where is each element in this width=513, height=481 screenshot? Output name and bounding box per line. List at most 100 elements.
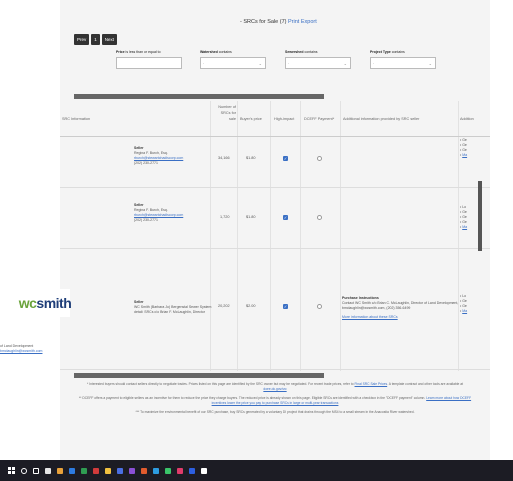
footnote-1: * Interested buyers should contact selle… <box>86 382 464 391</box>
widgets-icon[interactable] <box>45 467 51 474</box>
table-row: Seller Regina F. Burch, Esq. rburch@stew… <box>60 189 490 249</box>
project-type-filter: Project Type contains - ⌄ <box>370 50 436 69</box>
print-link[interactable]: Print <box>288 19 299 25</box>
high-impact-checkbox: ✓ <box>283 304 288 309</box>
seller-info: Seller WC Smith (Barbara Jo) Bergenstal … <box>134 300 211 315</box>
start-icon[interactable] <box>8 467 15 474</box>
page-title: - SRCs for Sale (7) Print Export <box>240 19 317 25</box>
app-icon-13[interactable] <box>201 467 207 474</box>
app-icon-4[interactable] <box>93 467 99 474</box>
final-prices-link[interactable]: Final SRC Sale Prices <box>355 382 388 386</box>
col-additional-info[interactable]: Additional information provided by SRC s… <box>343 117 419 122</box>
seller-name-2: detail: SRCs c/o Brian F. McLaughlin, Di… <box>134 310 205 314</box>
app-icon-11[interactable] <box>177 467 183 474</box>
footnote-3: *** To maximize the environmental benefi… <box>135 410 415 414</box>
export-link[interactable]: Export <box>301 19 317 25</box>
app-icon-12[interactable] <box>189 467 195 474</box>
additional-bullets: • Lo • Ge • Ge • Ge • Ma <box>460 205 468 229</box>
sewershed-filter: Sewershed contains - ⌄ <box>285 50 351 69</box>
app-icon-7[interactable] <box>129 467 135 474</box>
table-row: Seller WC Smith (Barbara Jo) Bergenstal … <box>60 250 490 370</box>
col-num-srcs-2[interactable]: SRCs for <box>214 111 236 116</box>
count-text: (7) <box>279 19 287 25</box>
sewershed-select[interactable]: - ⌄ <box>285 57 351 69</box>
taskbar <box>0 460 513 481</box>
col-src-info[interactable]: SRC Information <box>62 117 90 122</box>
sewershed-filter-label: Sewershed <box>285 50 304 54</box>
wcsmith-logo: wcsmith <box>18 289 72 317</box>
app-icon-10[interactable] <box>165 467 171 474</box>
vertical-scrollbar[interactable] <box>478 181 482 251</box>
purchase-instructions-text: Contact WC Smith c/o Brian C. McLaughlin… <box>342 301 459 310</box>
footnotes: * Interested buyers should contact selle… <box>60 382 490 419</box>
col-high-impact[interactable]: High-impact <box>274 117 294 122</box>
additional-info: Purchase Instructions Contact WC Smith c… <box>342 296 462 320</box>
more-info-link[interactable]: More information about these SRCs <box>342 315 462 320</box>
app-icon-6[interactable] <box>117 467 123 474</box>
doee-link[interactable]: doee.dc.gov/src <box>263 387 286 391</box>
src-table: SRC Information Number of SRCs for sale … <box>60 101 490 371</box>
prev-button[interactable]: Prev <box>74 34 90 45</box>
app-icon-9[interactable] <box>153 467 159 474</box>
watershed-filter-label: Watershed <box>200 50 218 54</box>
app-icon-1[interactable] <box>57 467 63 474</box>
task-view-icon[interactable] <box>33 467 39 474</box>
col-additional-trunc[interactable]: Addition <box>460 117 474 122</box>
watershed-filter-label-rest: contains <box>218 50 232 54</box>
app-icon-5[interactable] <box>105 467 111 474</box>
partial-email-link[interactable]: bmclaughlin@wcsmith.com <box>0 349 42 354</box>
col-num-srcs-1[interactable]: Number of <box>214 105 236 110</box>
num-srcs-value: 20,202 <box>218 304 230 308</box>
watershed-filter: Watershed contains - ⌄ <box>200 50 266 69</box>
page-number-button[interactable]: 1 <box>91 34 100 45</box>
horizontal-scrollbar-bottom[interactable] <box>74 373 324 378</box>
col-buyer-price[interactable]: Buyer's price <box>240 117 262 122</box>
watershed-select[interactable]: - ⌄ <box>200 57 266 69</box>
project-type-select[interactable]: - ⌄ <box>370 57 436 69</box>
num-srcs-value: 34,166 <box>218 156 230 160</box>
search-icon[interactable] <box>21 467 27 474</box>
app-icon-8[interactable] <box>141 467 147 474</box>
pager: Prev 1 Next <box>74 34 118 45</box>
app-icon-2[interactable] <box>69 467 75 474</box>
purchase-instructions-title: Purchase Instructions <box>342 296 379 300</box>
table-header: SRC Information Number of SRCs for sale … <box>60 101 490 137</box>
row-partial-contact: of Land Development bmclaughlin@wcsmith.… <box>0 344 42 354</box>
seller-info: Seller Regina F. Burch, Esq. rburch@stew… <box>134 203 183 223</box>
additional-bullets: • Ge • Ge • Ge • Ma <box>460 138 468 157</box>
chevron-down-icon: ⌄ <box>343 61 347 66</box>
high-impact-checkbox: ✓ <box>283 215 288 220</box>
price-filter: Price is less than or equal to <box>116 50 182 69</box>
seller-phone: (202) 230-2771 <box>134 161 158 165</box>
chevron-down-icon: ⌄ <box>258 61 262 66</box>
price-filter-label-rest: is less than or equal to <box>125 50 161 54</box>
next-button[interactable]: Next <box>101 34 118 45</box>
project-type-filter-label: Project Type <box>370 50 391 54</box>
additional-bullets: • Lo • Ge • Ge • Ma <box>460 294 468 313</box>
price-value: $1.80 <box>246 156 256 160</box>
table-row: Seller Regina F. Burch, Esq. rburch@stew… <box>60 138 490 188</box>
chevron-down-icon: ⌄ <box>428 61 432 66</box>
price-filter-label: Price <box>116 50 125 54</box>
project-type-filter-label-rest: contains <box>391 50 405 54</box>
title-text: - SRCs for Sale <box>240 19 279 25</box>
sewershed-filter-label-rest: contains <box>304 50 318 54</box>
top-bar <box>60 0 490 18</box>
price-value: $2.00 <box>246 304 256 308</box>
price-value: $1.80 <box>246 215 256 219</box>
high-impact-checkbox: ✓ <box>283 156 288 161</box>
dceff-checkbox <box>317 156 322 161</box>
col-dceff[interactable]: DCEFF Payment* <box>304 117 334 122</box>
footnote-2: ** DCEFF offers a payment to eligible se… <box>78 396 472 405</box>
seller-info: Seller Regina F. Burch, Esq. rburch@stew… <box>134 146 183 166</box>
dceff-checkbox <box>317 215 322 220</box>
left-margin <box>0 0 60 460</box>
content-area: - SRCs for Sale (7) Print Export Prev 1 … <box>60 0 490 460</box>
col-num-srcs-3[interactable]: sale <box>214 117 236 122</box>
page: - SRCs for Sale (7) Print Export Prev 1 … <box>0 0 513 460</box>
num-srcs-value: 1,720 <box>220 215 230 219</box>
price-input[interactable] <box>116 57 182 69</box>
horizontal-scrollbar-top[interactable] <box>74 94 324 99</box>
app-icon-3[interactable] <box>81 467 87 474</box>
seller-phone: (202) 230-2771 <box>134 218 158 222</box>
